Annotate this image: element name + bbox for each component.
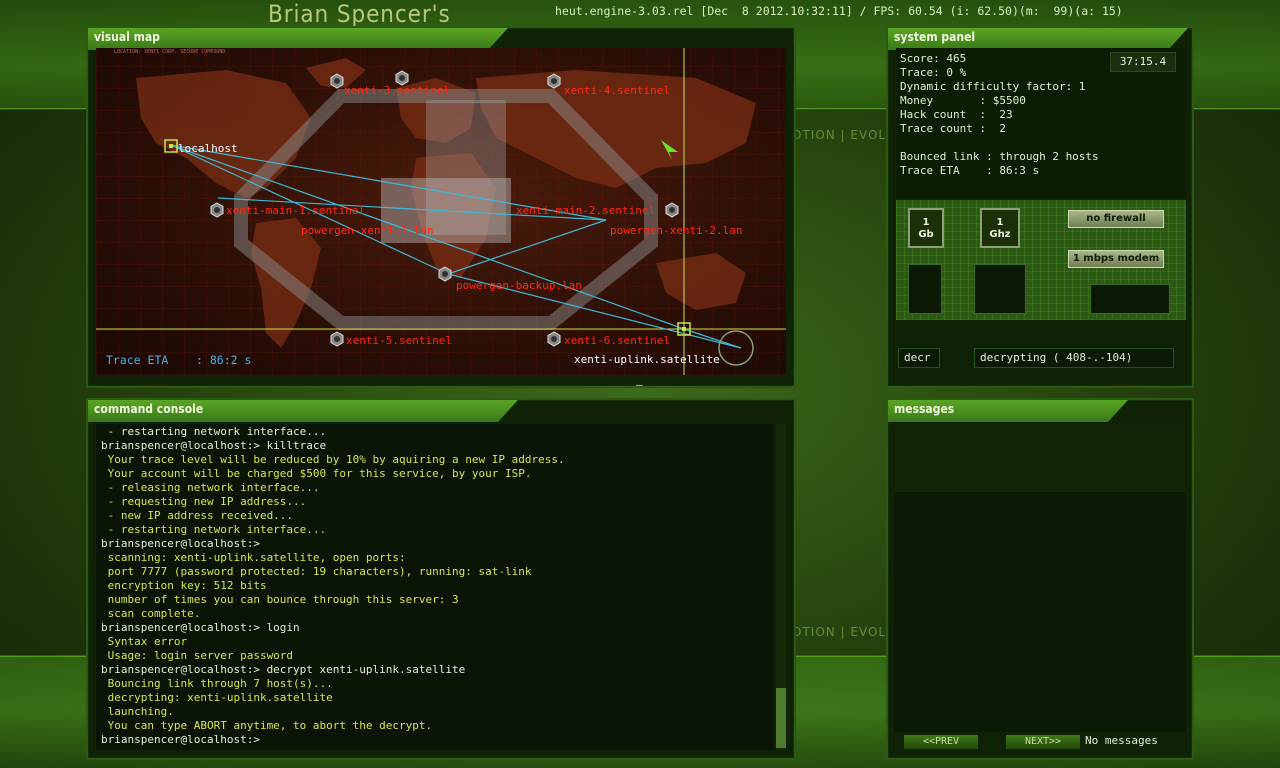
- console-line: Your trace level will be reduced by 10% …: [101, 453, 565, 466]
- server-node-icon[interactable]: [329, 331, 345, 347]
- system-panel-header: system panel: [888, 28, 1188, 50]
- console-line: You can type ABORT anytime, to abort the…: [101, 719, 433, 732]
- console-line: - requesting new IP address...: [101, 495, 307, 508]
- modem-module[interactable]: 1 mbps modem: [1068, 250, 1164, 268]
- prev-button[interactable]: <<PREV: [904, 735, 978, 749]
- firewall-module[interactable]: no firewall: [1068, 210, 1164, 228]
- server-node-icon[interactable]: [664, 202, 680, 218]
- node-label[interactable]: powergen-xenti-1.lan: [301, 224, 433, 237]
- stat-hack-count: Hack count : 23: [900, 108, 1013, 121]
- console-line: - releasing network interface...: [101, 481, 320, 494]
- stat-difficulty: Dynamic difficulty factor: 1: [900, 80, 1086, 93]
- command-console-title: command console: [94, 402, 204, 416]
- messages-header: messages: [888, 400, 1128, 422]
- stat-money: Money : $5500: [900, 94, 1026, 107]
- system-panel-title: system panel: [894, 30, 976, 44]
- server-node-icon[interactable]: [209, 202, 225, 218]
- node-label[interactable]: xenti-uplink.satellite: [574, 353, 720, 366]
- node-label[interactable]: xenti-4.sentinel: [564, 84, 670, 97]
- console-line: - new IP address received...: [101, 509, 294, 522]
- node-label[interactable]: localhost: [178, 142, 238, 155]
- console-line: encryption key: 512 bits: [101, 579, 267, 592]
- node-label[interactable]: powergen-backup.lan: [456, 279, 582, 292]
- game-title: Brian Spencer's: [268, 0, 451, 28]
- console-line: scanning: xenti-uplink.satellite, open p…: [101, 551, 406, 564]
- empty-slot[interactable]: [908, 264, 942, 314]
- console-output[interactable]: - restarting network interface... brians…: [96, 424, 774, 750]
- satellite-radar: [718, 330, 754, 366]
- next-button[interactable]: NEXT>>: [1006, 735, 1080, 749]
- console-line: - restarting network interface...: [101, 523, 327, 536]
- console-line: brianspencer@localhost:> login: [101, 621, 300, 634]
- messages-top-strip: [894, 424, 1186, 492]
- map-collapse-toggle[interactable]: –: [636, 378, 643, 391]
- command-console-header: command console: [88, 400, 518, 422]
- console-prompt[interactable]: brianspencer@localhost:>: [101, 733, 260, 746]
- server-node-icon[interactable]: [329, 73, 345, 89]
- console-line: Bouncing link through 7 host(s)...: [101, 677, 333, 690]
- empty-slot[interactable]: [974, 264, 1026, 314]
- console-line: launching.: [101, 705, 174, 718]
- node-label[interactable]: xenti-main-1.sentinel: [226, 204, 365, 217]
- stat-score: Score: 465: [900, 52, 967, 65]
- stat-bounced-link: Bounced link : through 2 hosts: [900, 150, 1099, 163]
- task-status: decrypting ( 408-.-104): [974, 348, 1174, 368]
- map-trace-eta: Trace ETA : 86:2 s: [106, 353, 252, 367]
- messages-status: No messages: [1085, 734, 1158, 747]
- visual-map-header: visual map: [88, 28, 508, 50]
- console-line: Syntax error: [101, 635, 188, 648]
- console-line: Your account will be charged $500 for th…: [101, 467, 532, 480]
- console-line: brianspencer@localhost:> killtrace: [101, 439, 327, 452]
- console-scroll-thumb[interactable]: [776, 688, 786, 748]
- task-name: decr: [898, 348, 940, 368]
- node-label[interactable]: xenti-main-2.sentinel: [516, 204, 655, 217]
- node-label[interactable]: xenti-5.sentinel: [346, 334, 452, 347]
- node-label[interactable]: powergen-xenti-2.lan: [610, 224, 742, 237]
- node-label[interactable]: xenti-6.sentinel: [564, 334, 670, 347]
- console-line: number of times you can bounce through t…: [101, 593, 459, 606]
- game-clock: 37:15.4: [1110, 52, 1176, 72]
- map-location-text: LOCATION: XENTI CORP. SECURE COMPOUND: [114, 49, 226, 55]
- console-line: - restarting network interface...: [101, 425, 327, 438]
- world-map[interactable]: xenti-3.sentinel xenti-4.sentinel localh…: [96, 48, 786, 375]
- messages-title: messages: [894, 402, 955, 416]
- console-line: scan complete.: [101, 607, 201, 620]
- cpu-chip[interactable]: 1 Ghz: [980, 208, 1020, 248]
- server-node-icon[interactable]: [437, 266, 453, 282]
- stat-trace-eta: Trace ETA : 86:3 s: [900, 164, 1040, 177]
- empty-slot[interactable]: [1090, 284, 1170, 314]
- ram-chip[interactable]: 1 Gb: [908, 208, 944, 248]
- engine-status: heut.engine-3.03.rel [Dec 8 2012.10:32:1…: [555, 4, 1123, 18]
- stat-trace-count: Trace count : 2: [900, 122, 1006, 135]
- console-line: brianspencer@localhost:>: [101, 537, 260, 550]
- console-line: port 7777 (password protected: 19 charac…: [101, 565, 532, 578]
- stat-trace: Trace: 0 %: [900, 66, 967, 79]
- console-line: Usage: login server password: [101, 649, 294, 662]
- server-node-icon[interactable]: [546, 73, 562, 89]
- localhost-node-icon[interactable]: [163, 138, 179, 154]
- console-line: brianspencer@localhost:> decrypt xenti-u…: [101, 663, 466, 676]
- uplink-node-icon[interactable]: [676, 321, 692, 337]
- visual-map-title: visual map: [94, 30, 160, 44]
- node-label[interactable]: xenti-3.sentinel: [344, 84, 450, 97]
- server-node-icon[interactable]: [546, 331, 562, 347]
- console-line: decrypting: xenti-uplink.satellite: [101, 691, 333, 704]
